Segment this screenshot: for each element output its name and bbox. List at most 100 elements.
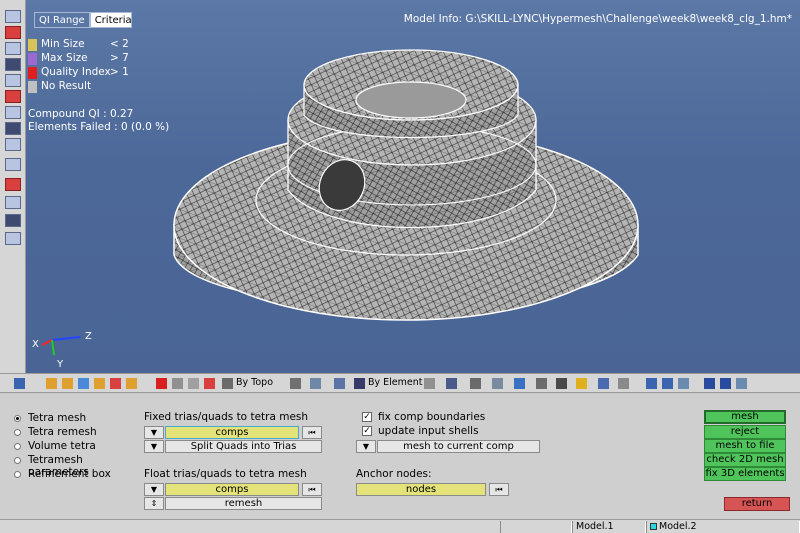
quality-icon[interactable] bbox=[5, 106, 21, 119]
reject-button[interactable]: reject bbox=[704, 425, 786, 439]
mesh-comp-dropdown-icon[interactable]: ▼ bbox=[356, 440, 376, 453]
selected-tool-icon[interactable] bbox=[5, 178, 21, 191]
rotate-view-icon[interactable] bbox=[736, 378, 747, 389]
model-1-tab[interactable]: Model.1 bbox=[572, 521, 646, 533]
hide-icon[interactable] bbox=[94, 378, 105, 389]
mesh-to-current-comp-button[interactable]: mesh to current comp bbox=[377, 440, 540, 453]
clip-icon[interactable] bbox=[536, 378, 547, 389]
weight-icon[interactable] bbox=[5, 232, 21, 245]
fix-comp-boundaries-checkbox[interactable]: ✓ fix comp boundaries bbox=[362, 411, 502, 424]
elements-icon[interactable] bbox=[5, 58, 21, 71]
previous-view-icon[interactable] bbox=[646, 378, 657, 389]
shaded-icon[interactable] bbox=[310, 378, 321, 389]
cube-icon[interactable] bbox=[334, 378, 345, 389]
rotate-icon[interactable] bbox=[14, 378, 25, 389]
plane-icon[interactable] bbox=[492, 378, 503, 389]
mask-icon[interactable] bbox=[5, 26, 21, 39]
zoom-out-icon[interactable] bbox=[704, 378, 715, 389]
radio-tetramesh-parameters[interactable]: Tetramesh parameters bbox=[14, 454, 144, 478]
compound-qi: Compound QI : 0.27 bbox=[28, 108, 134, 120]
legend-value: > 1 bbox=[110, 66, 129, 78]
show-icon[interactable] bbox=[62, 378, 73, 389]
anchor-reset-icon[interactable]: ⏮ bbox=[489, 483, 509, 496]
component-display-icon[interactable] bbox=[46, 378, 57, 389]
box-icon[interactable] bbox=[5, 196, 21, 209]
next-view-icon[interactable] bbox=[662, 378, 673, 389]
radio-tetra-remesh[interactable]: Tetra remesh bbox=[14, 426, 144, 439]
graphics-viewport[interactable]: QI Range Criteria Model Info: G:\SKILL-L… bbox=[26, 0, 800, 373]
legend-row-quality-index: Quality Index > 1 bbox=[28, 66, 148, 80]
geometry-icon[interactable] bbox=[188, 378, 199, 389]
anchor-nodes-selector[interactable]: nodes bbox=[356, 483, 486, 496]
radio-label: Volume tetra bbox=[28, 440, 96, 452]
numbers-icon[interactable] bbox=[5, 138, 21, 151]
tab-criteria[interactable]: Criteria bbox=[89, 12, 132, 28]
fix-3d-elements-button[interactable]: fix 3D elements bbox=[704, 467, 786, 481]
legend-label: Min Size bbox=[41, 38, 85, 50]
float-entity-dropdown-icon[interactable]: ▼ bbox=[144, 483, 164, 496]
legend-swatch bbox=[28, 39, 37, 51]
fixed-entity-dropdown-icon[interactable]: ▼ bbox=[144, 426, 164, 439]
mesh-icon[interactable] bbox=[172, 378, 183, 389]
points-icon[interactable] bbox=[204, 378, 215, 389]
unmask-icon[interactable] bbox=[126, 378, 137, 389]
float-comps-selector[interactable]: comps bbox=[165, 483, 299, 496]
axis-triad: Z X Y bbox=[32, 331, 92, 370]
radio-indicator bbox=[14, 471, 21, 478]
tab-qi-range[interactable]: QI Range bbox=[34, 12, 90, 28]
line-icon[interactable] bbox=[470, 378, 481, 389]
favorite-icon[interactable] bbox=[576, 378, 587, 389]
view-direction-icon[interactable] bbox=[678, 378, 689, 389]
zoom-in-icon[interactable] bbox=[720, 378, 731, 389]
element-color-icon[interactable] bbox=[354, 378, 365, 389]
topo-icon[interactable] bbox=[222, 378, 233, 389]
mesh-to-file-button[interactable]: mesh to file bbox=[704, 439, 786, 453]
radio-refinement-box[interactable]: Refinement box bbox=[14, 468, 144, 481]
tool-icon[interactable] bbox=[5, 90, 21, 103]
measure-icon[interactable] bbox=[5, 122, 21, 135]
nodes-icon[interactable] bbox=[5, 74, 21, 87]
element-display-icon[interactable] bbox=[424, 378, 435, 389]
radio-tetra-mesh[interactable]: Tetra mesh bbox=[14, 412, 144, 425]
check-2d-mesh-button[interactable]: check 2D mesh bbox=[704, 453, 786, 467]
radio-indicator bbox=[14, 443, 21, 450]
section-icon[interactable] bbox=[556, 378, 567, 389]
status-bar: Model.1 Model.2 bbox=[0, 519, 800, 533]
float-reset-icon[interactable]: ⏮ bbox=[302, 483, 322, 496]
by-topo-selector[interactable]: By Topo bbox=[236, 377, 273, 388]
radio-label: Refinement box bbox=[28, 468, 111, 480]
return-button[interactable]: return bbox=[724, 497, 790, 511]
model-2-tab[interactable]: Model.2 bbox=[646, 521, 800, 533]
radio-volume-tetra[interactable]: Volume tetra bbox=[14, 440, 144, 453]
surface-icon[interactable] bbox=[514, 378, 525, 389]
display-icon[interactable] bbox=[5, 10, 21, 23]
planes-icon[interactable] bbox=[5, 214, 21, 227]
components-icon[interactable] bbox=[5, 42, 21, 55]
mesh-button[interactable]: mesh bbox=[704, 410, 786, 424]
update-input-shells-checkbox[interactable]: ✓ update input shells bbox=[362, 425, 502, 438]
delete-icon[interactable] bbox=[156, 378, 167, 389]
tool-settings-icon[interactable] bbox=[618, 378, 629, 389]
isolate-icon[interactable] bbox=[78, 378, 89, 389]
labels-icon[interactable] bbox=[5, 158, 21, 171]
fixed-reset-icon[interactable]: ⏮ bbox=[302, 426, 322, 439]
status-cell-empty bbox=[500, 521, 572, 533]
split-dropdown-icon[interactable]: ▼ bbox=[144, 440, 164, 453]
radio-label: Tetra remesh bbox=[28, 426, 97, 438]
remesh-toggle-icon[interactable]: ⇕ bbox=[144, 497, 164, 510]
visualization-icon[interactable] bbox=[290, 378, 301, 389]
legend-swatch bbox=[28, 53, 37, 65]
left-toolbar bbox=[0, 0, 26, 373]
wireframe-icon[interactable] bbox=[446, 378, 457, 389]
mask-toolbar-icon[interactable] bbox=[110, 378, 121, 389]
checkbox-label: fix comp boundaries bbox=[378, 411, 486, 423]
tetramesh-panel: Tetra mesh Tetra remesh Volume tetra Tet… bbox=[0, 394, 800, 519]
radio-indicator bbox=[14, 429, 21, 436]
split-quads-button[interactable]: Split Quads into Trias bbox=[165, 440, 322, 453]
transparency-icon[interactable] bbox=[598, 378, 609, 389]
model-1-label: Model.1 bbox=[576, 521, 614, 532]
remesh-button[interactable]: remesh bbox=[165, 497, 322, 510]
legend-label: Max Size bbox=[41, 52, 88, 64]
fixed-comps-selector[interactable]: comps bbox=[165, 426, 299, 439]
by-element-selector[interactable]: By Element C bbox=[368, 377, 432, 388]
